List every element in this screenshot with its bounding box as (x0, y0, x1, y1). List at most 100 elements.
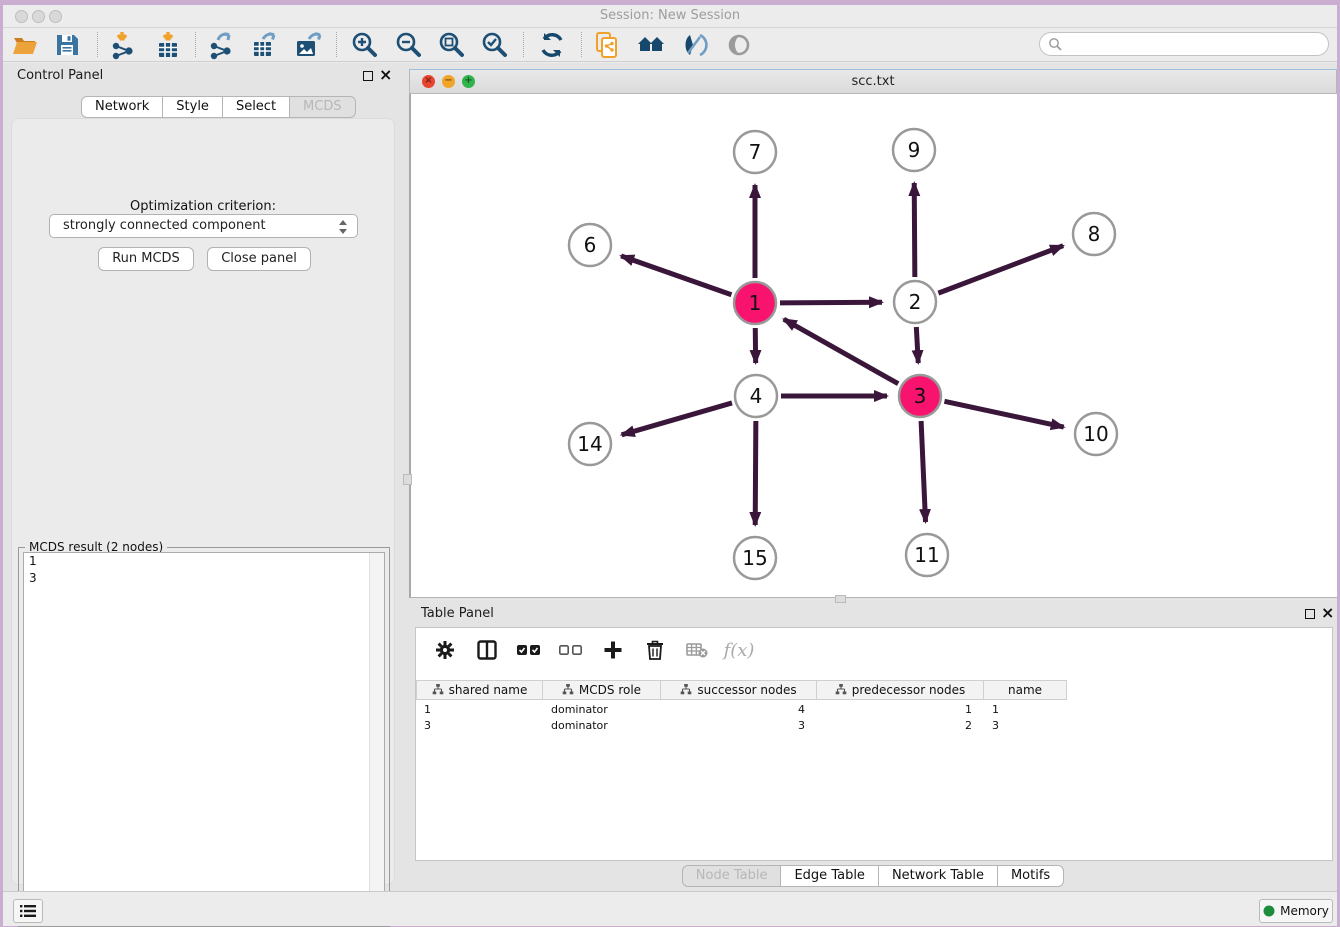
close-panel-icon[interactable]: × (379, 65, 392, 85)
save-session-icon[interactable] (50, 29, 84, 60)
edge-2-8[interactable] (938, 246, 1063, 293)
table-toolbar: f(x) (416, 628, 1332, 672)
column-header-predecessor-nodes[interactable]: predecessor nodes (817, 680, 984, 700)
cell-shared-name: 1 (416, 702, 543, 718)
task-history-button[interactable] (13, 899, 43, 923)
node-label-3: 3 (914, 384, 927, 408)
tree-icon (562, 684, 574, 696)
tab-select[interactable]: Select (223, 96, 290, 118)
home-layout-icon[interactable] (634, 29, 668, 60)
tab-network[interactable]: Network (81, 96, 163, 118)
node-table: f(x) shared name MCDS role successor nod… (415, 627, 1333, 861)
tab-mcds[interactable]: MCDS (290, 96, 356, 118)
export-image-icon[interactable] (291, 29, 325, 60)
close-panel-icon[interactable]: × (1321, 603, 1334, 623)
cell-shared-name: 3 (416, 718, 543, 734)
function-builder-icon[interactable]: f(x) (726, 637, 752, 663)
delete-table-icon[interactable] (684, 637, 710, 663)
control-panel-title: Control Panel (17, 68, 103, 83)
network-canvas[interactable]: 1234678910111415 (409, 94, 1337, 598)
cell-predecessor-nodes: 1 (817, 702, 984, 718)
edge-3-11[interactable] (921, 421, 925, 522)
toolbar-separator (581, 32, 582, 57)
deselect-all-icon[interactable] (558, 637, 584, 663)
float-panel-icon[interactable] (363, 71, 373, 81)
delete-row-icon[interactable] (642, 637, 668, 663)
list-icon (20, 904, 36, 918)
table-tabs: Node Table Edge Table Network Table Moti… (409, 865, 1337, 887)
tab-edge-table[interactable]: Edge Table (781, 865, 878, 887)
tree-icon (680, 684, 692, 696)
criterion-value: strongly connected component (63, 218, 266, 233)
node-label-14: 14 (577, 432, 602, 456)
zoom-fit-icon[interactable] (435, 29, 469, 60)
search-input[interactable] (1039, 32, 1329, 56)
apply-style-icon[interactable] (677, 29, 711, 60)
open-file-icon[interactable] (8, 29, 42, 60)
mcds-result-list[interactable]: 1 3 (23, 552, 385, 922)
cell-name: 3 (984, 718, 1067, 734)
zoom-out-icon[interactable] (392, 29, 426, 60)
column-header-shared-name[interactable]: shared name (416, 680, 543, 700)
search-icon (1048, 37, 1062, 51)
toolbar-separator (195, 32, 196, 57)
column-header-name[interactable]: name (984, 680, 1067, 700)
network-window-titlebar[interactable]: × − + scc.txt (409, 70, 1337, 94)
table-panel-header: Table Panel × (409, 601, 1337, 627)
node-label-1: 1 (749, 291, 762, 315)
tab-node-table[interactable]: Node Table (682, 865, 782, 887)
criterion-select[interactable]: strongly connected component (49, 214, 358, 238)
edge-3-10[interactable] (944, 401, 1063, 427)
control-panel-tabs: Network Style Select MCDS (81, 96, 356, 118)
edge-4-14[interactable] (622, 403, 732, 435)
edge-2-9[interactable] (914, 183, 915, 277)
float-panel-icon[interactable] (1305, 609, 1315, 619)
run-mcds-button[interactable]: Run MCDS (98, 247, 194, 271)
column-header-successor-nodes[interactable]: successor nodes (661, 680, 817, 700)
mcds-panel: Optimization criterion: strongly connect… (11, 118, 395, 885)
main-toolbar (3, 28, 1337, 62)
column-header-mcds-role[interactable]: MCDS role (543, 680, 661, 700)
toolbar-separator (97, 32, 98, 57)
import-table-icon[interactable] (151, 29, 185, 60)
hide-panel-icon[interactable] (722, 29, 756, 60)
import-network-icon[interactable] (106, 29, 140, 60)
memory-button[interactable]: Memory (1259, 899, 1333, 923)
tab-style[interactable]: Style (163, 96, 223, 118)
select-chevrons-icon (338, 219, 348, 235)
export-table-icon[interactable] (247, 29, 281, 60)
refresh-icon[interactable] (535, 29, 569, 60)
node-label-2: 2 (909, 290, 922, 314)
add-row-icon[interactable] (600, 637, 626, 663)
close-panel-button[interactable]: Close panel (207, 247, 311, 271)
edge-1-6[interactable] (621, 256, 731, 295)
table-panel-title: Table Panel (421, 606, 494, 621)
gear-icon[interactable] (432, 637, 458, 663)
zoom-selected-icon[interactable] (478, 29, 512, 60)
tree-icon (432, 684, 444, 696)
table-row[interactable]: 3 dominator 3 2 3 (416, 718, 1067, 734)
table-row[interactable]: 1 dominator 4 1 1 (416, 702, 1067, 718)
cell-mcds-role: dominator (543, 718, 661, 734)
main-area: Control Panel × Network Style Select MCD… (3, 63, 1337, 891)
edge-2-3[interactable] (916, 327, 918, 363)
result-scrollbar[interactable] (369, 553, 384, 921)
zoom-in-icon[interactable] (348, 29, 382, 60)
edge-4-15[interactable] (755, 421, 756, 525)
tab-motifs[interactable]: Motifs (998, 865, 1064, 887)
node-label-6: 6 (584, 233, 597, 257)
result-item: 3 (24, 570, 384, 587)
columns-icon[interactable] (474, 637, 500, 663)
node-label-10: 10 (1083, 422, 1108, 446)
clone-network-icon[interactable] (591, 29, 625, 60)
export-network-icon[interactable] (204, 29, 238, 60)
select-all-icon[interactable] (516, 637, 542, 663)
splitter-handle[interactable] (403, 474, 412, 485)
memory-label: Memory (1280, 904, 1329, 918)
edge-1-2[interactable] (780, 302, 882, 303)
node-label-15: 15 (742, 546, 767, 570)
edge-3-1[interactable] (784, 319, 898, 384)
tab-network-table[interactable]: Network Table (879, 865, 998, 887)
table-header-row: shared name MCDS role successor nodes pr… (416, 680, 1067, 700)
cell-successor-nodes: 3 (661, 718, 817, 734)
